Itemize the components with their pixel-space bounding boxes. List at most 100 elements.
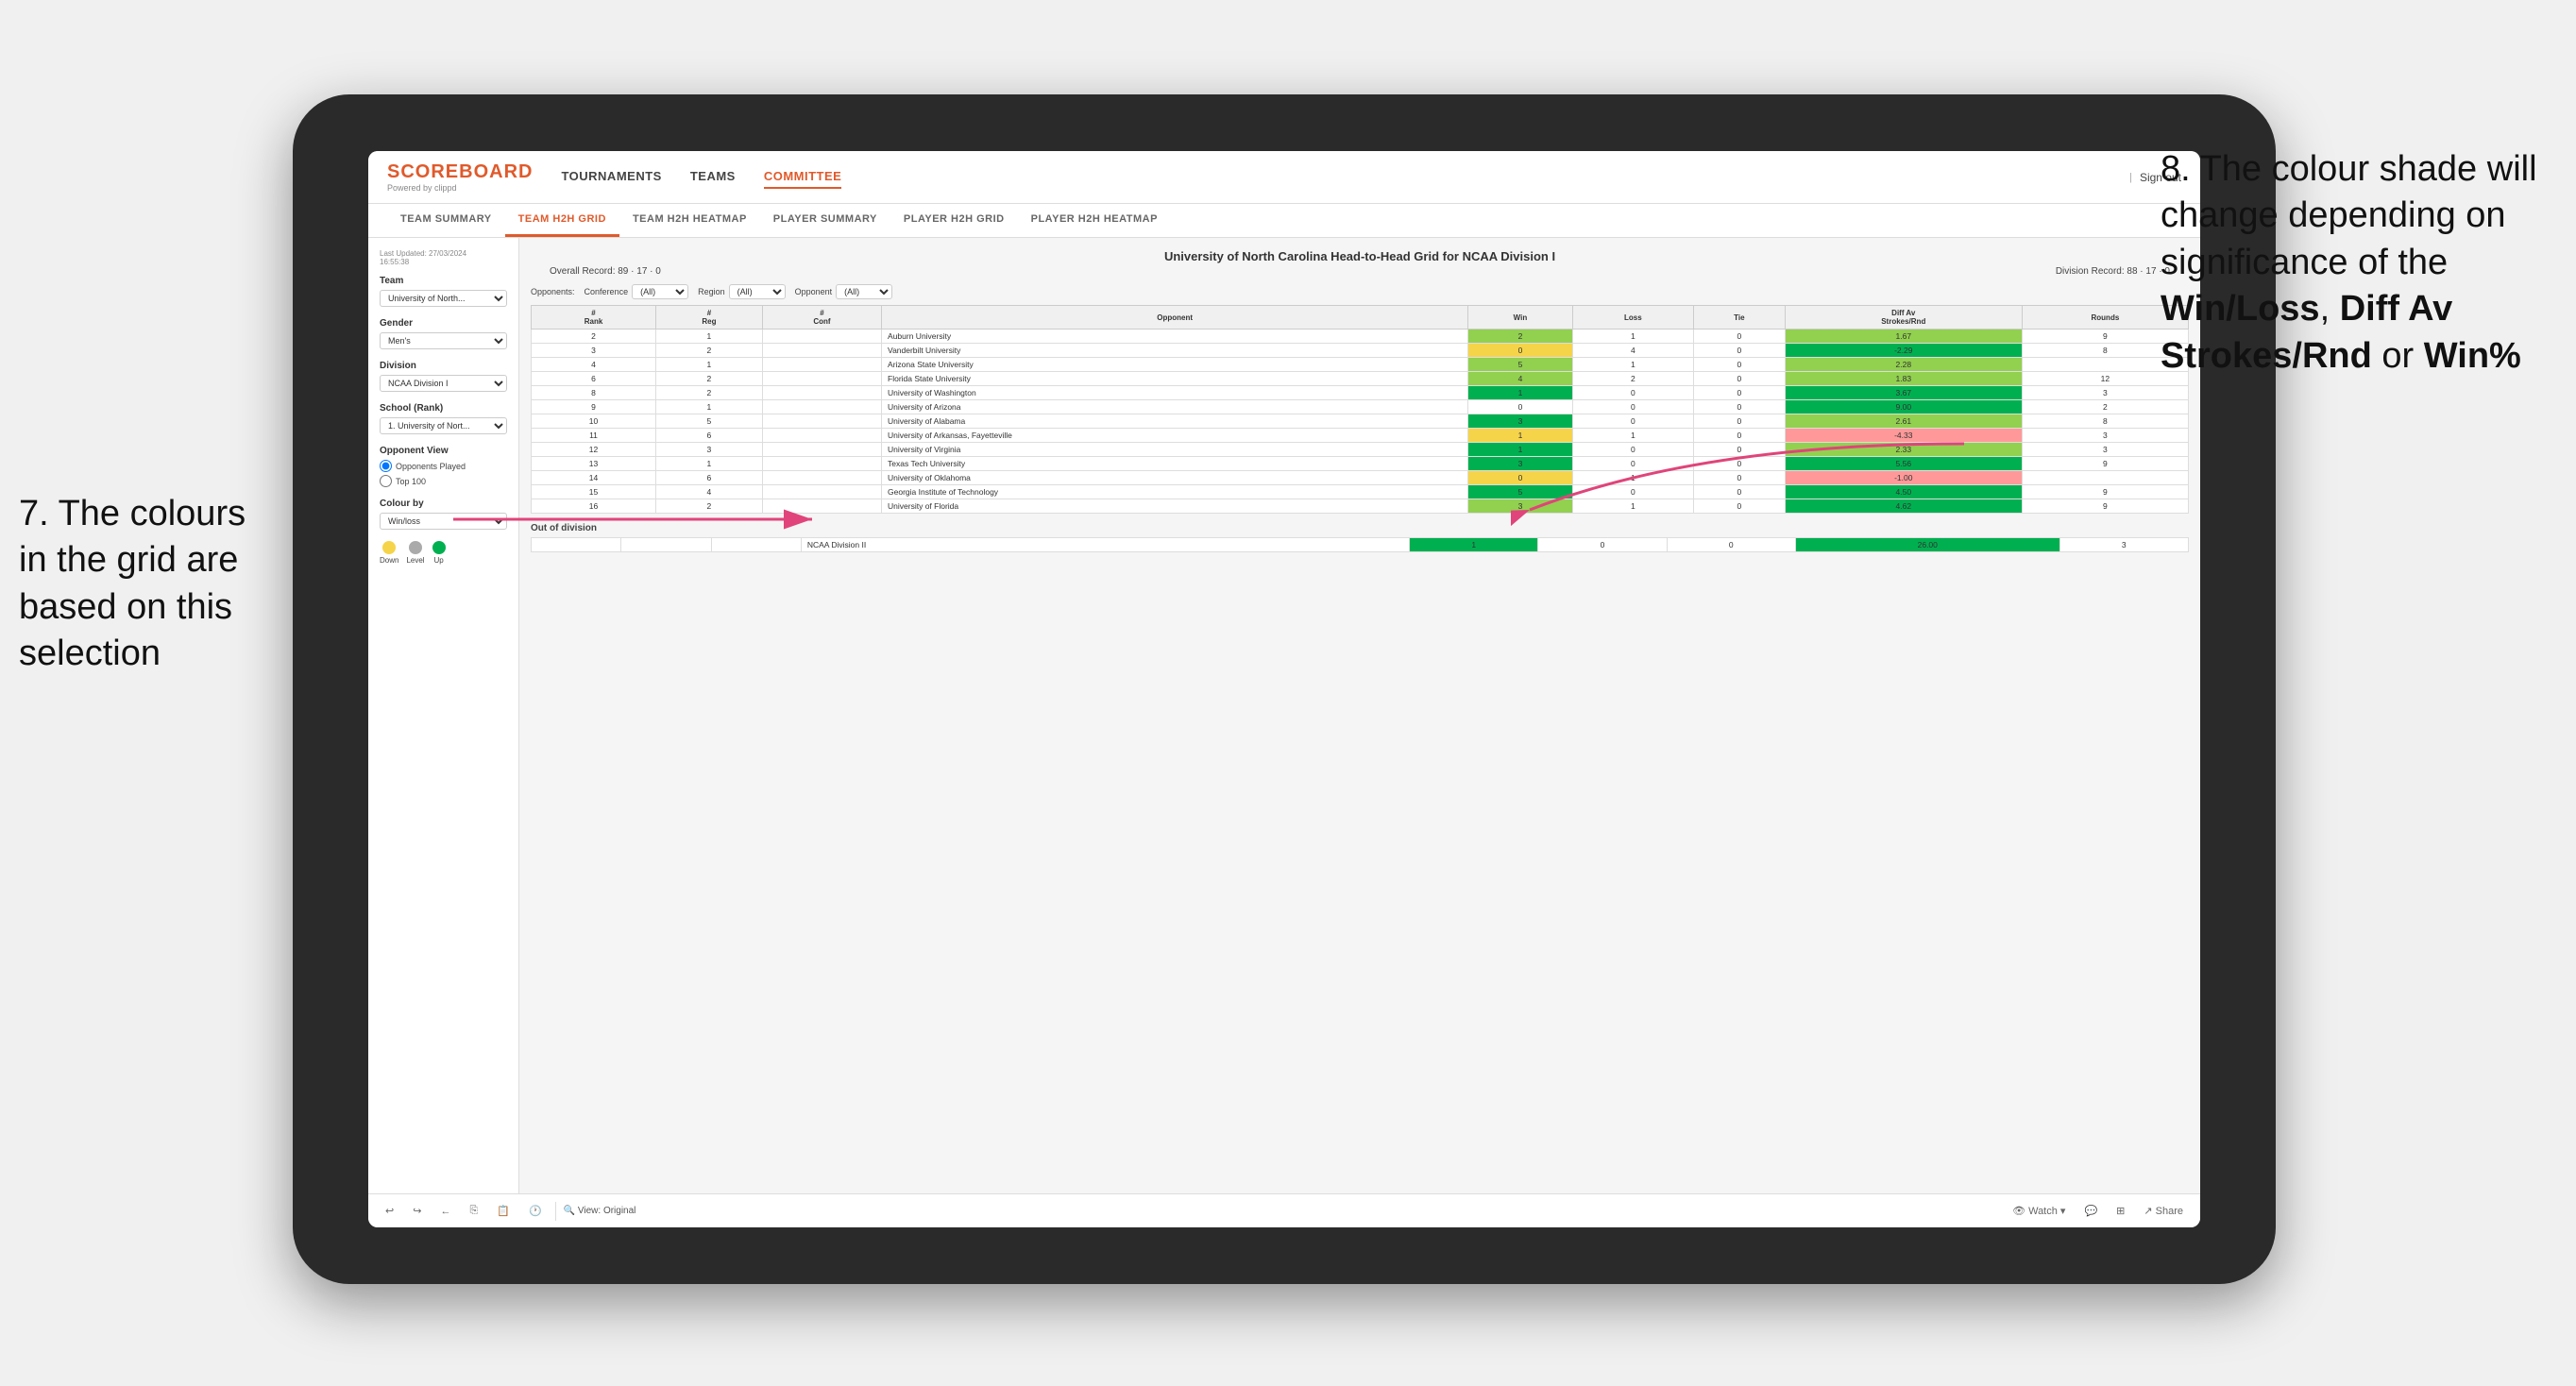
cell-opponent: Auburn University xyxy=(882,330,1468,344)
cell-rank: 10 xyxy=(532,414,656,429)
present-btn[interactable]: ⊞ xyxy=(2110,1203,2130,1219)
sub-nav-player-h2h-grid[interactable]: PLAYER H2H GRID xyxy=(890,204,1018,237)
cell-tie: 0 xyxy=(1693,358,1785,372)
conference-filter-group: Conference (All) xyxy=(585,284,689,299)
col-tie: Tie xyxy=(1693,306,1785,330)
radio-group: Opponents Played Top 100 xyxy=(380,460,507,487)
cell-reg: 1 xyxy=(656,400,763,414)
school-rank-label: School (Rank) xyxy=(380,403,507,414)
cell-diff: 3.67 xyxy=(1785,386,2022,400)
cell-loss: 1 xyxy=(1572,499,1693,514)
cell-opponent: University of Florida xyxy=(882,499,1468,514)
cell-loss: 0 xyxy=(1572,414,1693,429)
sub-nav-player-summary[interactable]: PLAYER SUMMARY xyxy=(760,204,890,237)
legend-up: Up xyxy=(432,541,446,565)
cell-diff: -4.33 xyxy=(1785,429,2022,443)
comment-btn[interactable]: 💬 xyxy=(2078,1203,2103,1219)
cell-diff: 5.56 xyxy=(1785,457,2022,471)
redo-btn[interactable]: ↪ xyxy=(407,1203,427,1219)
left-panel: Last Updated: 27/03/2024 16:55:38 Team U… xyxy=(368,238,519,1193)
opponent-view-label: Opponent View xyxy=(380,446,507,456)
tablet-screen: SCOREBOARD Powered by clippd TOURNAMENTS… xyxy=(368,151,2200,1227)
sub-nav-team-h2h-grid[interactable]: TEAM H2H GRID xyxy=(505,204,619,237)
gender-select[interactable]: Men's xyxy=(380,332,507,349)
sub-nav-team-summary[interactable]: TEAM SUMMARY xyxy=(387,204,505,237)
cell-reg: 4 xyxy=(656,485,763,499)
clock-btn[interactable]: 🕐 xyxy=(523,1203,548,1219)
nav-tournaments[interactable]: TOURNAMENTS xyxy=(561,165,661,189)
overall-record: Overall Record: 89 · 17 · 0 xyxy=(550,266,661,277)
radio-top100[interactable]: Top 100 xyxy=(380,475,507,487)
division-select[interactable]: NCAA Division I xyxy=(380,375,507,392)
annotation-left: 7. The colours in the grid are based on … xyxy=(19,491,283,678)
cell-rank: 14 xyxy=(532,471,656,485)
opponent-filter-select[interactable]: (All) xyxy=(836,284,892,299)
cell-tie: 0 xyxy=(1693,485,1785,499)
school-rank-select[interactable]: 1. University of Nort... xyxy=(380,417,507,434)
paste-btn[interactable]: 📋 xyxy=(491,1203,516,1219)
back-btn[interactable]: ← xyxy=(434,1204,456,1219)
cell-conf xyxy=(762,400,881,414)
table-row: 3 2 Vanderbilt University 0 4 0 -2.29 8 xyxy=(532,344,2189,358)
copy-btn[interactable]: ⎘ xyxy=(464,1203,483,1219)
col-reg: #Reg xyxy=(656,306,763,330)
division-label: Division xyxy=(380,361,507,371)
legend-up-label: Up xyxy=(433,556,443,565)
cell-rank: 2 xyxy=(532,330,656,344)
region-filter-select[interactable]: (All) xyxy=(729,284,786,299)
cell-conf xyxy=(762,372,881,386)
cell-diff: 4.62 xyxy=(1785,499,2022,514)
cell-diff: 4.50 xyxy=(1785,485,2022,499)
sub-nav-player-h2h-heatmap[interactable]: PLAYER H2H HEATMAP xyxy=(1018,204,1171,237)
cell-loss: 1 xyxy=(1572,358,1693,372)
radio-opponents-played[interactable]: Opponents Played xyxy=(380,460,507,472)
cell-win: 3 xyxy=(1468,457,1573,471)
out-of-division-table: NCAA Division II 1 0 0 26.00 3 xyxy=(531,537,2189,552)
opponents-filter-label: Opponents: xyxy=(531,287,575,296)
out-cell-opponent: NCAA Division II xyxy=(801,538,1409,552)
cell-diff: -1.00 xyxy=(1785,471,2022,485)
nav-committee[interactable]: COMMITTEE xyxy=(764,165,842,189)
cell-opponent: Arizona State University xyxy=(882,358,1468,372)
share-btn[interactable]: ↗ Share xyxy=(2138,1203,2189,1219)
school-rank-section: School (Rank) 1. University of Nort... xyxy=(380,403,507,434)
cell-rank: 15 xyxy=(532,485,656,499)
undo-btn[interactable]: ↩ xyxy=(380,1203,399,1219)
legend-level-label: Level xyxy=(406,556,424,565)
watch-btn[interactable]: 👁 Watch ▾ xyxy=(2007,1203,2071,1219)
out-cell-tie: 0 xyxy=(1667,538,1795,552)
team-section: Team University of North... xyxy=(380,276,507,307)
cell-tie: 0 xyxy=(1693,400,1785,414)
view-label: 🔍 View: Original xyxy=(564,1206,636,1216)
conference-filter-select[interactable]: (All) xyxy=(632,284,688,299)
out-table-row: NCAA Division II 1 0 0 26.00 3 xyxy=(532,538,2189,552)
team-select[interactable]: University of North... xyxy=(380,290,507,307)
cell-rounds: 9 xyxy=(2022,485,2188,499)
cell-rank: 8 xyxy=(532,386,656,400)
cell-loss: 4 xyxy=(1572,344,1693,358)
cell-opponent: Florida State University xyxy=(882,372,1468,386)
out-cell-loss: 0 xyxy=(1538,538,1667,552)
cell-rank: 13 xyxy=(532,457,656,471)
nav-teams[interactable]: TEAMS xyxy=(690,165,736,189)
table-row: 12 3 University of Virginia 1 0 0 2.33 3 xyxy=(532,443,2189,457)
cell-opponent: University of Arizona xyxy=(882,400,1468,414)
cell-loss: 1 xyxy=(1572,330,1693,344)
cell-tie: 0 xyxy=(1693,414,1785,429)
table-row: 15 4 Georgia Institute of Technology 5 0… xyxy=(532,485,2189,499)
nav-bar: SCOREBOARD Powered by clippd TOURNAMENTS… xyxy=(368,151,2200,204)
cell-diff: 2.33 xyxy=(1785,443,2022,457)
sub-nav: TEAM SUMMARY TEAM H2H GRID TEAM H2H HEAT… xyxy=(368,204,2200,238)
col-opponent: Opponent xyxy=(882,306,1468,330)
colour-by-select[interactable]: Win/loss xyxy=(380,513,507,530)
sub-nav-team-h2h-heatmap[interactable]: TEAM H2H HEATMAP xyxy=(619,204,760,237)
table-row: 16 2 University of Florida 3 1 0 4.62 9 xyxy=(532,499,2189,514)
cell-rounds: 3 xyxy=(2022,386,2188,400)
main-content: Last Updated: 27/03/2024 16:55:38 Team U… xyxy=(368,238,2200,1193)
opponent-filter-label: Opponent xyxy=(795,287,833,296)
cell-loss: 2 xyxy=(1572,372,1693,386)
cell-tie: 0 xyxy=(1693,499,1785,514)
cell-reg: 2 xyxy=(656,344,763,358)
col-rank: #Rank xyxy=(532,306,656,330)
table-row: 10 5 University of Alabama 3 0 0 2.61 8 xyxy=(532,414,2189,429)
